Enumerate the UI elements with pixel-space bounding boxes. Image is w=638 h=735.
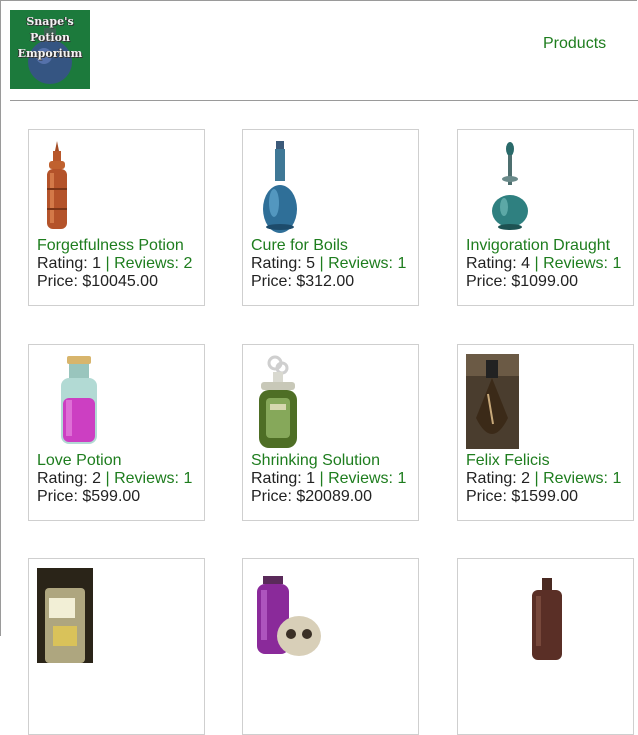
product-image[interactable]: [251, 354, 311, 449]
product-card[interactable]: [242, 558, 419, 735]
rating-value: 4: [521, 255, 531, 272]
product-rating-line: Rating: 5 | Reviews: 1: [251, 255, 407, 272]
pink-potion-jar-icon: [61, 356, 97, 444]
brown-bottle-icon: [532, 578, 562, 660]
product-image[interactable]: [37, 568, 97, 663]
rating-value: 2: [521, 470, 531, 487]
product-card[interactable]: [28, 558, 205, 735]
product-rating-line: Rating: 2 | Reviews: 1: [466, 470, 622, 487]
product-card[interactable]: Felix Felicis Rating: 2 | Reviews: 1 Pri…: [457, 344, 634, 521]
product-rating-line: Rating: 1 | Reviews: 2: [37, 255, 193, 272]
purple-bottle-with-skull-icon: [257, 576, 321, 656]
product-image[interactable]: [528, 568, 588, 663]
reviews-count: 1: [612, 470, 622, 487]
product-card[interactable]: Cure for Boils Rating: 5 | Reviews: 1 Pr…: [242, 129, 419, 306]
rating-value: 1: [306, 470, 316, 487]
reviews-label: Reviews:: [328, 470, 398, 487]
page-frame: [0, 0, 637, 636]
product-card[interactable]: Forgetfulness Potion Rating: 1 | Reviews…: [28, 129, 205, 306]
teal-decanter-icon: [492, 142, 528, 230]
product-card[interactable]: [457, 558, 634, 735]
golden-teardrop-vial-icon: [466, 354, 519, 449]
rating-value: 5: [306, 255, 316, 272]
product-card[interactable]: Love Potion Rating: 2 | Reviews: 1 Price…: [28, 344, 205, 521]
blue-flask-icon: [263, 141, 297, 233]
product-rating-line: Rating: 4 | Reviews: 1: [466, 255, 622, 272]
product-name[interactable]: Invigoration Draught: [466, 237, 610, 255]
product-name[interactable]: Love Potion: [37, 452, 122, 470]
reviews-label: Reviews:: [543, 255, 613, 272]
green-bottle-icon: [259, 355, 297, 448]
product-price: Price: $312.00: [251, 273, 355, 290]
rating-value: 2: [92, 470, 102, 487]
glass-jar-icon: [37, 568, 93, 663]
reviews-count: 1: [397, 470, 407, 487]
product-price: Price: $1599.00: [466, 488, 579, 505]
product-image[interactable]: [37, 139, 97, 234]
product-rating-line: Rating: 1 | Reviews: 1: [251, 470, 407, 487]
store-logo[interactable]: Snape's Potion Emporium: [10, 10, 90, 89]
product-price: Price: $1099.00: [466, 273, 579, 290]
product-name[interactable]: Cure for Boils: [251, 237, 348, 255]
reviews-count: 1: [183, 470, 193, 487]
reviews-label: Reviews:: [543, 470, 613, 487]
product-name[interactable]: Shrinking Solution: [251, 452, 380, 470]
reviews-count: 1: [397, 255, 407, 272]
tall-copper-bottle-icon: [47, 141, 67, 229]
product-image[interactable]: [466, 354, 526, 449]
product-price: Price: $20089.00: [251, 488, 372, 505]
product-image[interactable]: [488, 139, 548, 234]
product-card[interactable]: Invigoration Draught Rating: 4 | Reviews…: [457, 129, 634, 306]
reviews-label: Reviews:: [328, 255, 398, 272]
logo-text: Snape's Potion Emporium: [17, 15, 83, 60]
product-card[interactable]: Shrinking Solution Rating: 1 | Reviews: …: [242, 344, 419, 521]
reviews-label: Reviews:: [114, 255, 184, 272]
reviews-count: 1: [612, 255, 622, 272]
product-name[interactable]: Felix Felicis: [466, 452, 550, 470]
product-name[interactable]: Forgetfulness Potion: [37, 237, 184, 255]
product-price: Price: $10045.00: [37, 273, 158, 290]
rating-value: 1: [92, 255, 102, 272]
reviews-count: 2: [183, 255, 193, 272]
product-rating-line: Rating: 2 | Reviews: 1: [37, 470, 193, 487]
product-image[interactable]: [251, 139, 311, 234]
reviews-label: Reviews:: [114, 470, 184, 487]
header-divider: [10, 100, 638, 101]
product-image[interactable]: [55, 354, 115, 449]
product-image[interactable]: [251, 568, 321, 663]
product-price: Price: $599.00: [37, 488, 141, 505]
nav-products-link[interactable]: Products: [543, 35, 606, 53]
